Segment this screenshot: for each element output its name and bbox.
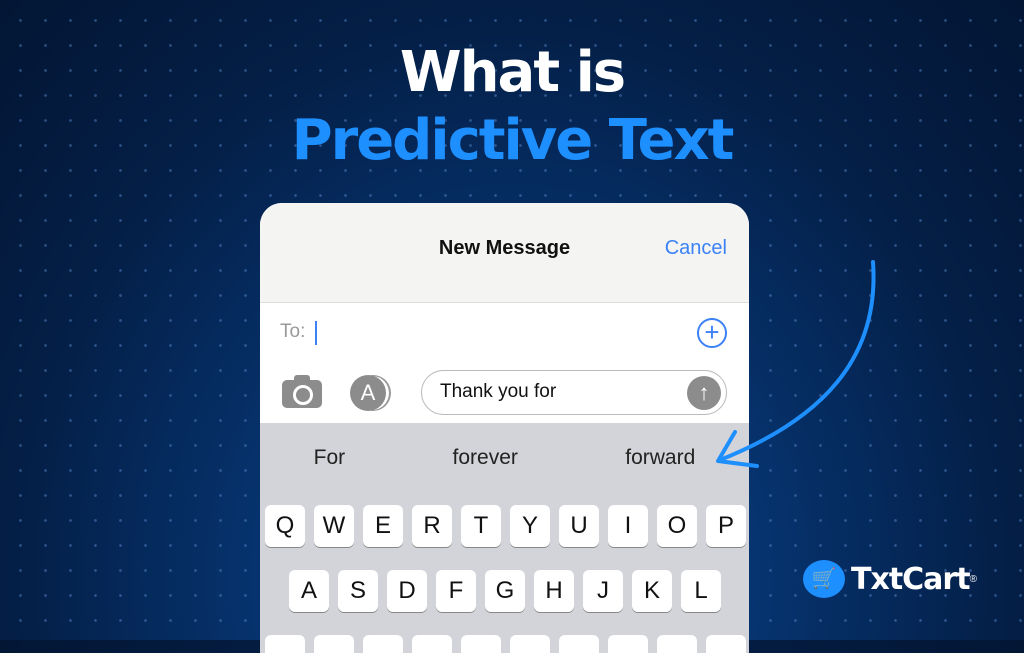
registered-mark: ®: [969, 573, 977, 585]
txtcart-logo: 🛒 TxtCart ®: [803, 560, 977, 598]
pointer-arrow: [716, 260, 876, 468]
brand-name: TxtCart: [851, 561, 971, 597]
cart-icon: 🛒: [803, 560, 845, 598]
